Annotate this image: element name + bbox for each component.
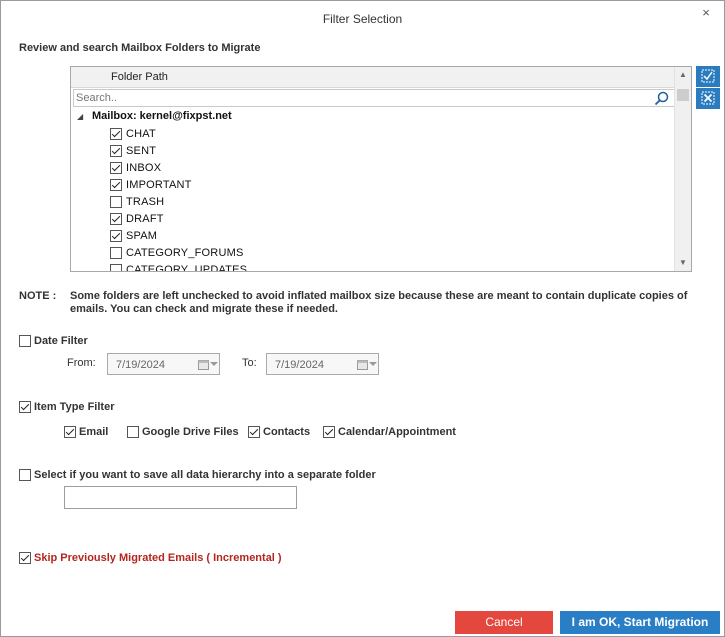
folder-checkbox[interactable] — [110, 128, 122, 140]
folder-checkbox[interactable] — [110, 230, 122, 242]
date-filter-label: Date Filter — [34, 335, 88, 347]
folder-label: CHAT — [126, 128, 156, 140]
folder-label: IMPORTANT — [126, 179, 192, 191]
calendar-label: Calendar/Appointment — [338, 426, 456, 438]
filter-selection-dialog: Filter Selection × Review and search Mai… — [0, 0, 725, 637]
calendar-icon[interactable] — [357, 359, 368, 370]
column-header-label: Folder Path — [111, 71, 168, 83]
title-bar: Filter Selection × — [1, 1, 724, 35]
uncheck-all-icon — [701, 91, 715, 105]
item-type-filter-label: Item Type Filter — [34, 401, 115, 413]
note-text: Some folders are left unchecked to avoid… — [70, 290, 688, 315]
search-icon[interactable] — [654, 91, 670, 106]
chevron-down-icon[interactable] — [369, 362, 377, 366]
contacts-label: Contacts — [263, 426, 311, 438]
hierarchy-checkbox[interactable] — [19, 469, 31, 481]
folder-path-column-header[interactable]: Folder Path — [71, 67, 675, 88]
tree-scrollbar[interactable]: ▲ ▼ — [674, 67, 691, 271]
folder-checkbox[interactable] — [110, 247, 122, 259]
folder-label: CATEGORY_UPDATES — [126, 264, 248, 272]
uncheck-all-button[interactable] — [696, 88, 720, 109]
folder-search-input[interactable] — [76, 91, 646, 105]
contacts-checkbox[interactable] — [248, 426, 260, 438]
folder-checkbox[interactable] — [110, 196, 122, 208]
cancel-button[interactable]: Cancel — [455, 611, 553, 634]
calendar-checkbox[interactable] — [323, 426, 335, 438]
hierarchy-folder-field[interactable] — [64, 486, 297, 509]
scroll-thumb[interactable] — [677, 89, 689, 101]
from-date-picker[interactable] — [107, 353, 220, 375]
close-icon[interactable]: × — [698, 5, 714, 21]
folders-heading: Review and search Mailbox Folders to Mig… — [19, 42, 261, 54]
hierarchy-folder-input[interactable] — [65, 487, 296, 508]
email-checkbox[interactable] — [64, 426, 76, 438]
scroll-up-icon[interactable]: ▲ — [675, 67, 691, 83]
note-label: NOTE : — [19, 290, 57, 302]
mailbox-label: Mailbox: kernel@fixpst.net — [92, 110, 232, 122]
folder-label: TRASH — [126, 196, 165, 208]
start-migration-button[interactable]: I am OK, Start Migration — [560, 611, 720, 634]
check-all-button[interactable] — [696, 66, 720, 87]
hierarchy-label: Select if you want to save all data hier… — [34, 469, 376, 481]
calendar-icon[interactable] — [198, 359, 209, 370]
folder-label: SENT — [126, 145, 157, 157]
check-all-icon — [701, 69, 715, 83]
item-type-filter-checkbox[interactable] — [19, 401, 31, 413]
chevron-down-icon[interactable] — [210, 362, 218, 366]
folder-label: INBOX — [126, 162, 162, 174]
to-label: To: — [242, 357, 257, 369]
email-label: Email — [79, 426, 109, 438]
to-date-input[interactable] — [275, 358, 350, 371]
from-label: From: — [67, 357, 96, 369]
folder-label: CATEGORY_FORUMS — [126, 247, 244, 259]
date-filter-checkbox[interactable] — [19, 335, 31, 347]
folder-search-box — [73, 89, 675, 107]
folder-label: DRAFT — [126, 213, 164, 225]
google-drive-label: Google Drive Files — [142, 426, 239, 438]
to-date-picker[interactable] — [266, 353, 379, 375]
scroll-down-icon[interactable]: ▼ — [675, 255, 691, 271]
folder-label: SPAM — [126, 230, 158, 242]
incremental-label: Skip Previously Migrated Emails ( Increm… — [34, 552, 282, 564]
from-date-input[interactable] — [116, 358, 191, 371]
folder-checkbox[interactable] — [110, 213, 122, 225]
google-drive-checkbox[interactable] — [127, 426, 139, 438]
folder-tree-panel: Folder Path ◢ Mailbox: kernel@fixpst.net… — [70, 66, 692, 272]
folder-checkbox[interactable] — [110, 179, 122, 191]
folder-checkbox[interactable] — [110, 145, 122, 157]
collapse-arrow-icon[interactable]: ◢ — [77, 112, 83, 121]
dialog-title: Filter Selection — [322, 12, 403, 26]
incremental-checkbox[interactable] — [19, 552, 31, 564]
folder-checkbox[interactable] — [110, 162, 122, 174]
folder-checkbox[interactable] — [110, 264, 122, 271]
